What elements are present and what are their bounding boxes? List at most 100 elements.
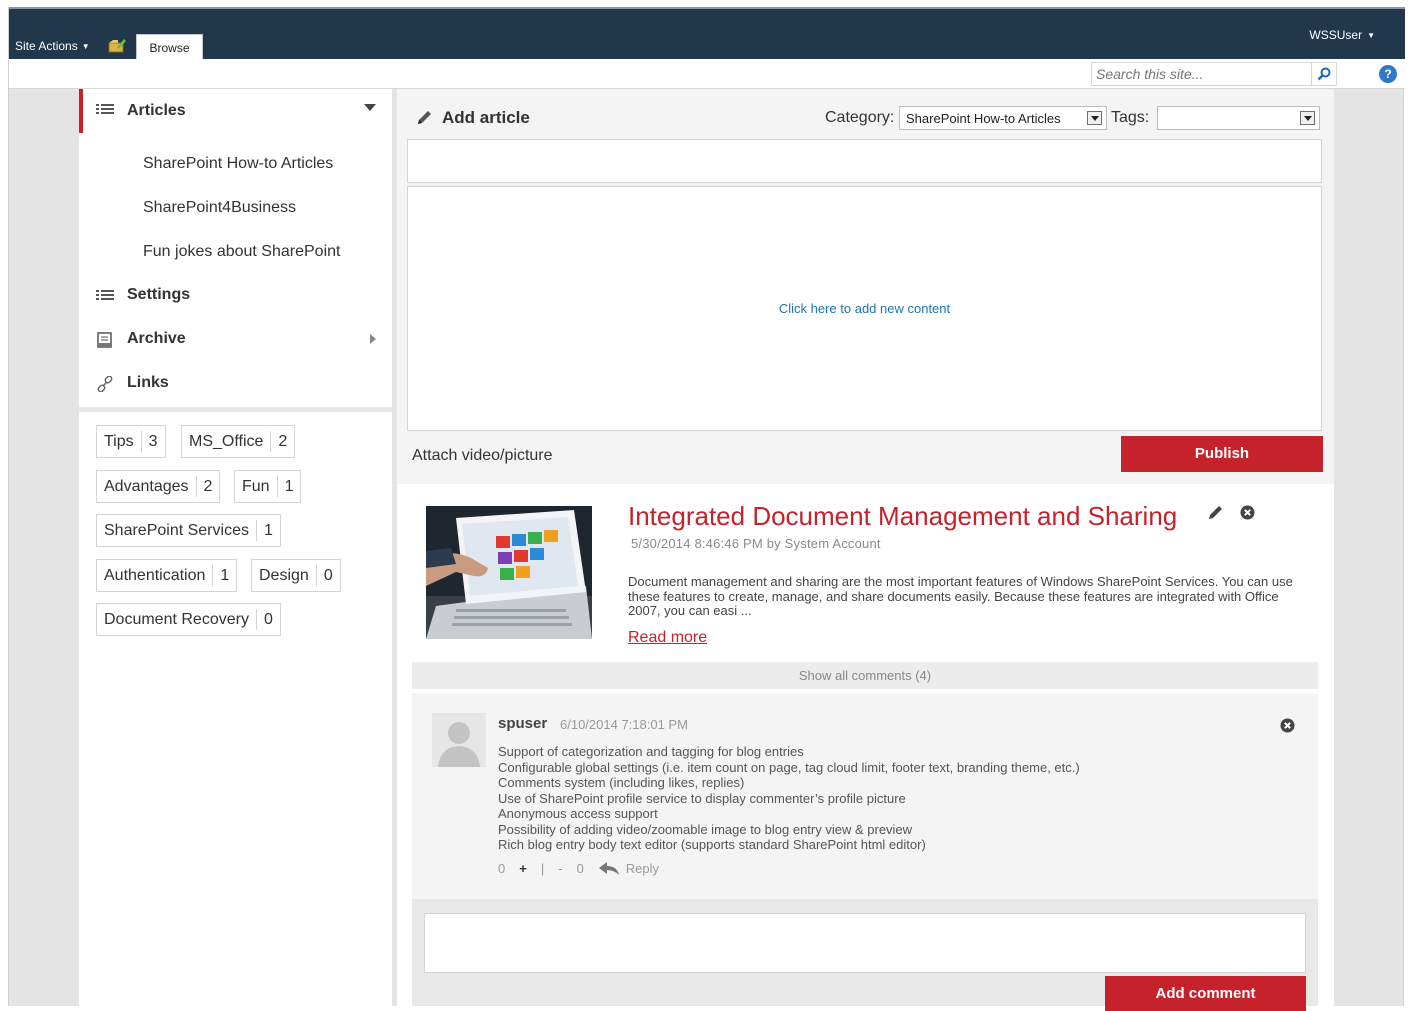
article-title-input[interactable] <box>407 139 1322 183</box>
tag-item[interactable]: Tips 3 <box>96 425 166 458</box>
tag-item[interactable]: Advantages 2 <box>96 470 221 503</box>
comment-line: Use of SharePoint profile service to dis… <box>498 790 906 806</box>
tag-name: Advantages <box>104 477 189 495</box>
comment-date: 6/10/2014 7:18:01 PM <box>560 717 688 732</box>
tag-name: Authentication <box>104 566 206 584</box>
dislike-button[interactable]: - <box>558 861 562 876</box>
search-button[interactable] <box>1311 62 1337 86</box>
nav-articles[interactable]: Articles <box>79 89 392 133</box>
tag-item[interactable]: Fun 1 <box>234 470 302 503</box>
close-icon[interactable] <box>1280 718 1295 733</box>
page-frame: Site Actions▼ Browse WSSUser▼ ? <box>8 7 1405 1011</box>
comment-line: Possibility of adding video/zoomable ima… <box>498 821 913 837</box>
read-more-link[interactable]: Read more <box>628 629 707 647</box>
nav-archive[interactable]: Archive <box>79 319 392 359</box>
like-button[interactable]: + <box>519 861 527 876</box>
nav-sub-item[interactable]: Fun jokes about SharePoint <box>143 243 340 261</box>
search-input[interactable] <box>1091 62 1311 86</box>
archive-icon <box>97 332 112 348</box>
tags-label: Tags: <box>1111 109 1150 126</box>
laptop-photo <box>426 506 592 639</box>
comment-line: Anonymous access support <box>498 806 658 821</box>
comment-body: Support of categorization and tagging fo… <box>498 744 1080 853</box>
list-icon <box>96 104 114 114</box>
user-name: WSSUser <box>1309 28 1363 42</box>
tab-browse[interactable]: Browse <box>136 34 203 61</box>
add-article-title: Add article <box>442 108 530 127</box>
comment-line: Support of categorization and tagging fo… <box>498 744 804 759</box>
left-sidebar: Articles SharePoint How-to Articles Shar… <box>79 89 392 1006</box>
tag-count: 2 <box>195 476 220 497</box>
post-meta: 5/30/2014 8:46:46 PM by System Account <box>631 536 881 551</box>
dropdown-arrow-icon <box>1087 111 1102 125</box>
category-value: SharePoint How-to Articles <box>906 111 1061 126</box>
post-title-link[interactable]: Integrated Document Management and Shari… <box>628 501 1177 532</box>
pencil-icon[interactable] <box>1208 504 1224 520</box>
link-icon <box>97 376 113 392</box>
tag-item[interactable]: Authentication 1 <box>96 559 238 592</box>
reply-link[interactable]: Reply <box>626 861 659 876</box>
pencil-icon <box>418 111 431 124</box>
tag-name: Design <box>259 566 309 584</box>
tag-name: Fun <box>242 477 270 495</box>
ribbon: Site Actions ▼ Browse WSSUser ▼ <box>9 7 1405 61</box>
separator: | <box>540 861 545 876</box>
tag-count: 3 <box>140 431 165 452</box>
avatar <box>432 713 486 767</box>
caret-down-icon: ▼ <box>1367 31 1375 40</box>
main-content: Add article Category: SharePoint How-to … <box>397 89 1334 1011</box>
nav-links[interactable]: Links <box>79 363 392 403</box>
dislike-count: 0 <box>576 861 584 876</box>
show-all-comments-button[interactable]: Show all comments (4) <box>412 662 1318 689</box>
comment-form: Add comment <box>412 899 1318 1011</box>
attach-media-link[interactable]: Attach video/picture <box>412 447 553 465</box>
chevron-right-icon[interactable] <box>370 334 376 344</box>
edit-page-icon[interactable] <box>108 38 126 53</box>
tag-count: 2 <box>270 431 294 452</box>
site-actions-menu[interactable]: Site Actions ▼ <box>15 39 90 53</box>
post-thumbnail[interactable] <box>426 506 592 639</box>
category-label: Category: <box>825 109 895 126</box>
user-placeholder-icon <box>432 713 486 767</box>
tag-name: MS_Office <box>189 432 264 450</box>
nav-sub-item[interactable]: SharePoint How-to Articles <box>143 155 333 173</box>
tag-item[interactable]: Document Recovery 0 <box>96 603 281 636</box>
tags-select[interactable] <box>1157 106 1320 130</box>
chevron-down-icon[interactable] <box>364 104 376 111</box>
article-content-editor[interactable]: Click here to add new content <box>407 186 1322 431</box>
tag-name: SharePoint Services <box>104 521 249 539</box>
post-excerpt: Document management and sharing are the … <box>628 574 1293 618</box>
nav-archive-label: Archive <box>127 330 186 347</box>
comment-item: spuser 6/10/2014 7:18:01 PM Support of c… <box>412 693 1318 899</box>
dropdown-arrow-icon <box>1300 111 1315 125</box>
tag-name: Tips <box>104 432 134 450</box>
close-icon[interactable] <box>1240 505 1255 520</box>
nav-settings-label: Settings <box>127 286 191 303</box>
comment-author[interactable]: spuser <box>498 715 547 732</box>
tag-count: 1 <box>276 476 301 497</box>
nav-sub-item[interactable]: SharePoint4Business <box>143 199 296 217</box>
add-article-panel: Add article Category: SharePoint How-to … <box>397 89 1334 484</box>
tag-item[interactable]: Design 0 <box>251 559 341 592</box>
add-content-link[interactable]: Click here to add new content <box>779 301 950 316</box>
publish-button[interactable]: Publish <box>1121 436 1323 472</box>
tag-item[interactable]: SharePoint Services 1 <box>96 514 281 547</box>
divider <box>79 407 392 412</box>
tag-item[interactable]: MS_Office 2 <box>181 425 296 458</box>
category-select[interactable]: SharePoint How-to Articles <box>899 106 1107 130</box>
like-count: 0 <box>498 861 506 876</box>
site-actions-label: Site Actions <box>15 39 78 53</box>
nav-settings[interactable]: Settings <box>79 275 392 315</box>
comment-input[interactable] <box>424 913 1306 973</box>
help-icon[interactable]: ? <box>1379 65 1397 83</box>
comment-line: Comments system (including likes, replie… <box>498 775 745 790</box>
comment-actions: 0 + | - 0 Reply <box>498 861 673 876</box>
user-menu[interactable]: WSSUser ▼ <box>1309 28 1375 42</box>
search-icon <box>1317 67 1331 81</box>
nav-links-label: Links <box>127 374 169 391</box>
reply-icon[interactable] <box>598 861 620 876</box>
comment-line: Rich blog entry body text editor (suppor… <box>498 837 926 852</box>
tag-count: 1 <box>212 565 236 586</box>
tag-count: 0 <box>255 609 280 630</box>
caret-down-icon: ▼ <box>81 42 90 51</box>
